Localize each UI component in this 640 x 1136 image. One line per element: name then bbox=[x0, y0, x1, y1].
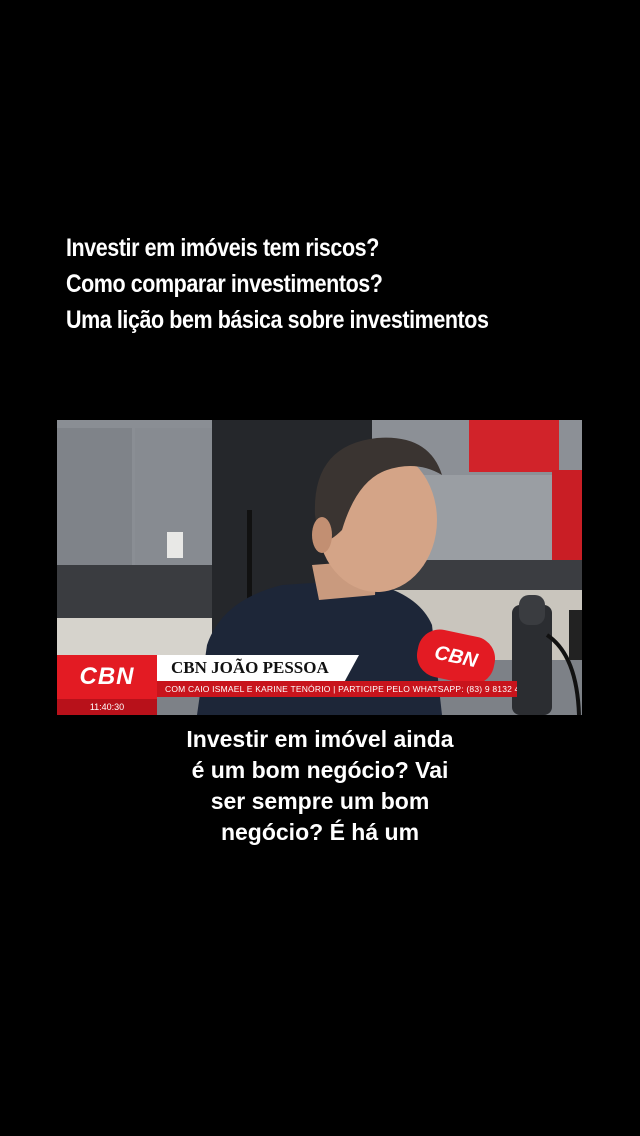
headline-text: Investir em imóveis tem riscos? Como com… bbox=[66, 230, 530, 338]
lower-third-banner: CBN 11:40:30 CBN JOÃO PESSOA COM CAIO IS… bbox=[57, 653, 582, 715]
time-stamp: 11:40:30 bbox=[57, 699, 157, 715]
headline-line-1: Investir em imóveis tem riscos? bbox=[66, 234, 379, 262]
headline-line-3: Uma lição bem básica sobre investimentos bbox=[66, 306, 489, 334]
video-frame[interactable]: CBN CBN 11:40:30 CBN JOÃO PESSOA COM CAI… bbox=[57, 420, 582, 715]
ticker-text: COM CAIO ISMAEL E KARINE TENÓRIO | PARTI… bbox=[157, 681, 517, 697]
caption-line-2: é um bom negócio? Vai bbox=[191, 757, 449, 783]
show-title-box: CBN JOÃO PESSOA bbox=[157, 655, 359, 681]
caption-line-4: negócio? É há um bbox=[220, 819, 420, 845]
subtitle-caption: Investir em imóvel ainda é um bom negóci… bbox=[120, 724, 520, 848]
show-title: CBN JOÃO PESSOA bbox=[171, 658, 329, 677]
cbn-logo: CBN bbox=[57, 655, 157, 699]
caption-line-3: ser sempre um bom bbox=[210, 788, 430, 814]
caption-line-1: Investir em imóvel ainda bbox=[186, 726, 454, 752]
headline-line-2: Como comparar investimentos? bbox=[66, 270, 383, 298]
